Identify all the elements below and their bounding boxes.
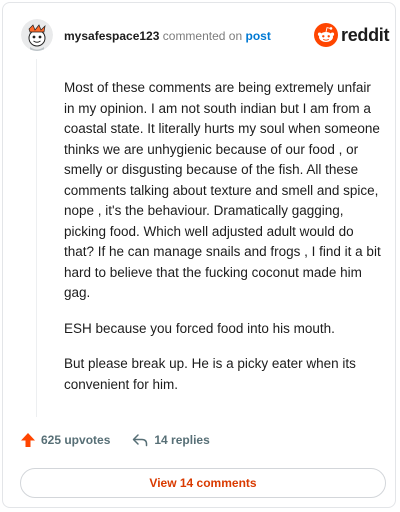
commented-on-text: commented on [162, 29, 243, 43]
replies-button[interactable]: 14 replies [132, 433, 210, 447]
comment-paragraph: Most of these comments are being extreme… [64, 80, 381, 300]
comment-body: Most of these comments are being extreme… [64, 78, 382, 410]
reddit-logo-icon [314, 23, 338, 47]
comment-paragraph: ESH because you forced food into his mou… [64, 320, 335, 336]
reddit-wordmark: reddit [341, 24, 390, 45]
reddit-logo[interactable]: reddit [314, 23, 390, 47]
post-link[interactable]: post [246, 29, 271, 43]
thread-line[interactable] [36, 59, 37, 417]
reply-count: 14 replies [154, 433, 210, 447]
upvote-button[interactable]: 625 upvotes [20, 432, 110, 448]
avatar-icon[interactable] [21, 19, 53, 51]
upvote-count: 625 upvotes [41, 433, 111, 447]
reply-arrow-icon [133, 434, 148, 447]
comment-paragraph: But please break up. He is a picky eater… [64, 356, 356, 392]
comment-header: mysafespace123 commented on post [64, 29, 271, 43]
comment-actions: 625 upvotes 14 replies [20, 432, 210, 448]
view-comments-button[interactable]: View 14 comments [20, 468, 386, 498]
upvote-arrow-icon [21, 433, 35, 447]
username-link[interactable]: mysafespace123 [64, 29, 159, 43]
comment-card: mysafespace123 commented on post reddit … [2, 2, 396, 508]
